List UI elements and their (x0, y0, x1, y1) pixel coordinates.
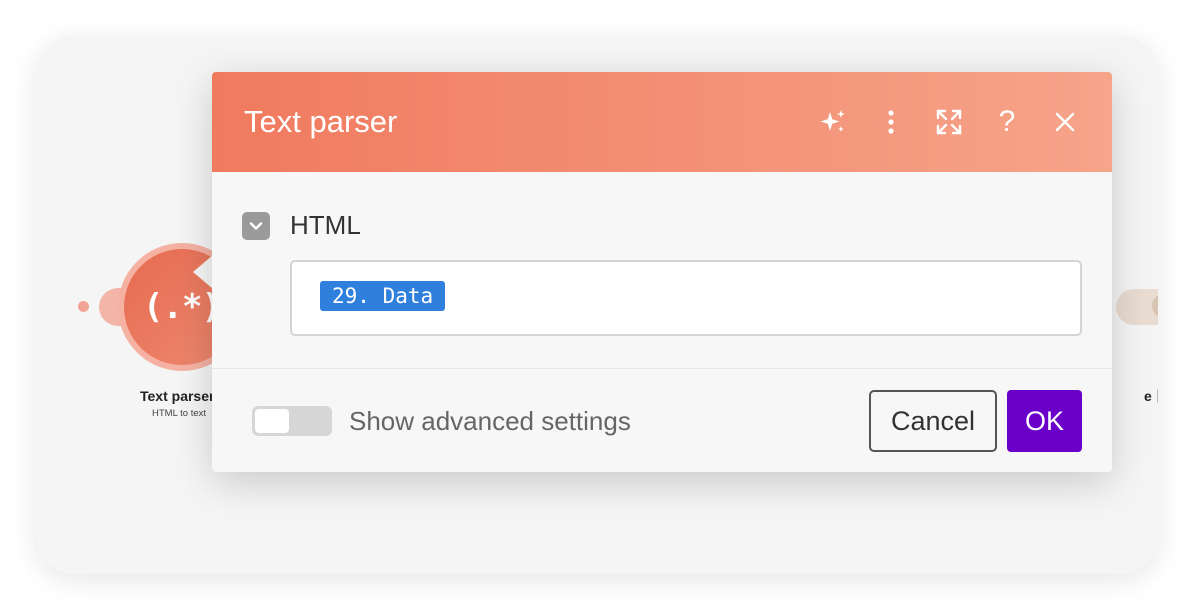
close-icon[interactable] (1050, 107, 1080, 137)
advanced-settings-toggle[interactable] (252, 406, 332, 436)
dialog-title: Text parser (244, 104, 398, 139)
module-title-text: Text parser (140, 388, 215, 404)
next-module-title: e 28 (1144, 388, 1158, 404)
cancel-button[interactable]: Cancel (869, 390, 997, 452)
html-input[interactable]: 29. Data (290, 260, 1082, 336)
mapped-value-pill[interactable]: 29. Data (320, 281, 446, 311)
module-settings-dialog: Text parser ? HTML 29. Data Show advance… (212, 72, 1112, 472)
header-actions: ? (818, 105, 1080, 138)
sparkle-icon[interactable] (818, 107, 848, 137)
html-field-header: HTML (242, 210, 361, 241)
dialog-pointer (193, 255, 213, 289)
expand-icon[interactable] (934, 107, 964, 137)
footer-divider (212, 368, 1112, 369)
module-subtitle: HTML to text (152, 408, 207, 419)
advanced-settings-label: Show advanced settings (349, 406, 631, 436)
ok-button[interactable]: OK (1007, 390, 1082, 452)
html-field-label: HTML (290, 210, 361, 240)
help-icon[interactable]: ? (992, 105, 1022, 138)
regex-icon: (.*) (143, 287, 222, 327)
help-glyph: ? (998, 105, 1016, 138)
chevron-down-icon (249, 221, 263, 230)
toggle-knob (255, 409, 289, 433)
next-module-title-text: e (1144, 388, 1152, 404)
connector-dot (78, 301, 89, 312)
collapse-field-button[interactable] (242, 211, 270, 240)
more-vertical-icon[interactable] (876, 107, 906, 137)
dialog-header: Text parser ? (212, 72, 1112, 172)
next-module-id-badge: 28 (1156, 389, 1158, 403)
